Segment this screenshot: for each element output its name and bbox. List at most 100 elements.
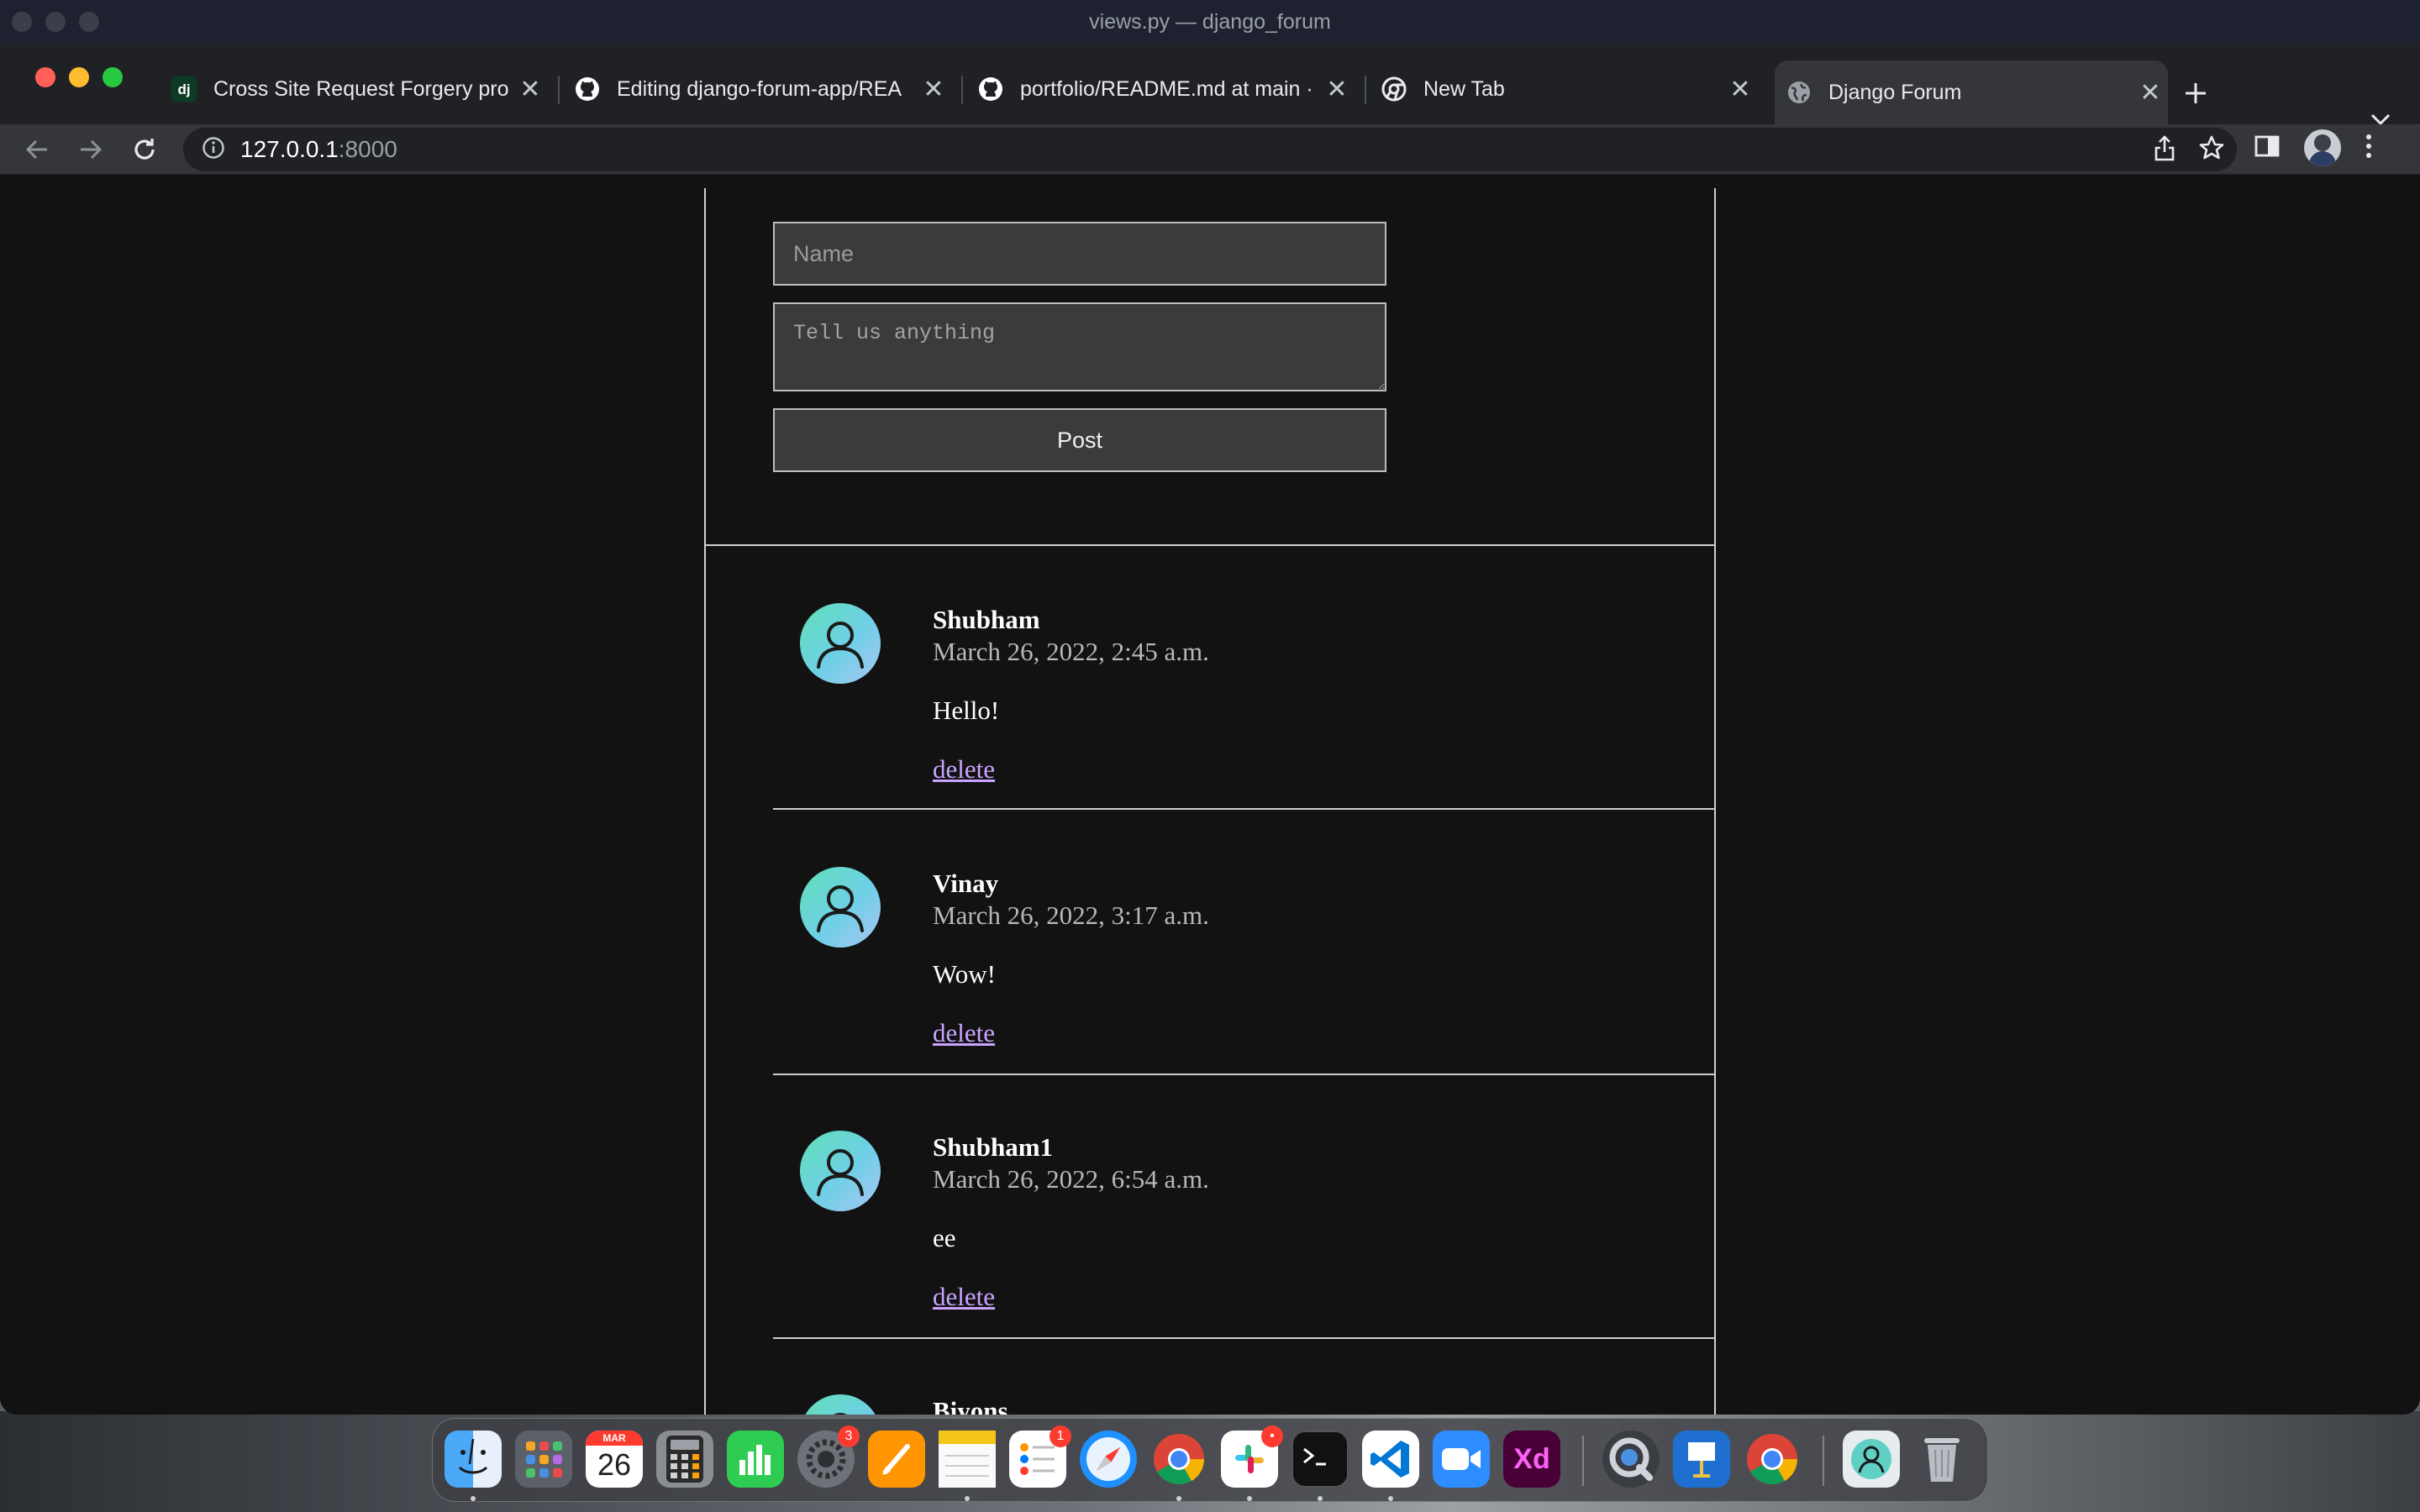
close-tab-icon[interactable]: ✕ xyxy=(516,75,544,103)
info-icon[interactable] xyxy=(202,136,225,164)
post-author: Shubham1 xyxy=(933,1132,1054,1162)
calendar-icon[interactable]: MAR 26 xyxy=(586,1431,643,1488)
post-item xyxy=(773,1075,1714,1339)
toolbar-right-actions xyxy=(2254,129,2373,166)
running-indicator xyxy=(1318,1496,1323,1501)
tab-github-portfolio[interactable]: portfolio/README.md at main · ✕ xyxy=(971,60,1355,118)
user-avatar-icon xyxy=(800,1131,881,1211)
trash-icon[interactable] xyxy=(1913,1431,1970,1488)
page-viewport: Post Shubham March 26, 2022, 2:45 a.m. H… xyxy=(0,176,2420,1415)
tab-label: Cross Site Request Forgery pro xyxy=(213,76,509,101)
calculator-icon[interactable] xyxy=(656,1431,713,1488)
globe-icon xyxy=(1786,80,1812,105)
fullscreen-window-button[interactable] xyxy=(103,67,123,87)
tab-label: Editing django-forum-app/REA xyxy=(617,76,902,101)
running-indicator xyxy=(471,1496,476,1501)
reminders-icon[interactable]: 1 xyxy=(1009,1425,1071,1488)
close-tab-icon[interactable]: ✕ xyxy=(2136,78,2165,107)
post-button[interactable]: Post xyxy=(773,408,1386,472)
post-item xyxy=(773,546,1714,810)
new-post-form: Post xyxy=(773,222,1386,472)
bookmark-star-icon[interactable] xyxy=(2198,134,2225,165)
dock-separator xyxy=(1582,1436,1584,1486)
window-title-bar: views.py — django_forum xyxy=(0,0,2420,44)
forum-container: Post xyxy=(704,188,1716,1415)
dock-separator xyxy=(1823,1436,1824,1486)
close-tab-icon[interactable]: ✕ xyxy=(1323,75,1351,103)
forward-button[interactable] xyxy=(74,133,108,166)
system-preferences-icon[interactable]: 3 xyxy=(797,1425,860,1488)
more-menu-icon[interactable] xyxy=(2365,133,2373,164)
post-author: Shubham xyxy=(933,605,1040,634)
profile-avatar[interactable] xyxy=(2304,129,2341,166)
running-indicator xyxy=(1388,1496,1393,1501)
side-panel-icon[interactable] xyxy=(2254,134,2281,163)
close-window-button[interactable] xyxy=(35,67,55,87)
tab-github-editing[interactable]: Editing django-forum-app/REA ✕ xyxy=(568,60,951,118)
running-indicator xyxy=(965,1496,970,1501)
github-icon xyxy=(978,76,1003,102)
django-icon: dj xyxy=(171,76,197,102)
keynote-icon[interactable] xyxy=(1673,1431,1730,1488)
reload-button[interactable] xyxy=(128,133,161,166)
close-tab-icon[interactable]: ✕ xyxy=(1726,75,1754,103)
user-avatar-icon xyxy=(800,603,881,684)
post-body: Hello! xyxy=(933,696,1000,725)
user-avatar-icon xyxy=(800,867,881,948)
browser-toolbar: 127.0.0.1:8000 xyxy=(0,124,2420,175)
tab-separator xyxy=(1365,76,1366,104)
post-date: March 26, 2022, 6:54 a.m. xyxy=(933,1164,1209,1194)
arrow-left-icon xyxy=(25,139,47,160)
share-icon[interactable] xyxy=(2153,134,2176,165)
window-controls xyxy=(35,67,123,87)
notification-badge: 3 xyxy=(838,1425,860,1447)
quicktime-icon[interactable] xyxy=(1602,1431,1660,1488)
github-icon xyxy=(575,76,600,102)
name-input[interactable] xyxy=(773,222,1386,286)
macos-dock: MAR 26 3 1 • Xd xyxy=(432,1418,1988,1502)
running-indicator xyxy=(1247,1496,1252,1501)
tab-label: New Tab xyxy=(1423,76,1505,101)
minimize-window-button[interactable] xyxy=(69,67,89,87)
arrow-right-icon xyxy=(81,139,103,160)
notification-badge: • xyxy=(1261,1425,1283,1447)
close-tab-icon[interactable]: ✕ xyxy=(919,75,948,103)
delete-post-link[interactable]: delete xyxy=(933,754,995,785)
tab-separator xyxy=(961,76,963,104)
user-folder-icon[interactable] xyxy=(1843,1431,1900,1488)
post-body: ee xyxy=(933,1223,956,1252)
delete-post-link[interactable]: delete xyxy=(933,1282,995,1312)
chrome-app-icon[interactable] xyxy=(1744,1431,1801,1488)
post-author: Vinay xyxy=(933,869,999,898)
tab-csrf-docs[interactable]: dj Cross Site Request Forgery pro ✕ xyxy=(165,60,548,118)
numbers-icon[interactable] xyxy=(727,1431,784,1488)
message-textarea[interactable] xyxy=(773,302,1386,391)
terminal-icon[interactable] xyxy=(1292,1431,1349,1488)
tab-new-tab[interactable]: New Tab ✕ xyxy=(1375,60,1758,118)
tab-label: portfolio/README.md at main · xyxy=(1020,76,1313,101)
zoom-icon[interactable] xyxy=(1433,1431,1490,1488)
post-body: Wow! xyxy=(933,959,996,989)
safari-icon[interactable] xyxy=(1080,1431,1137,1488)
vscode-icon[interactable] xyxy=(1362,1431,1419,1488)
chrome-app-icon[interactable] xyxy=(1150,1431,1207,1488)
finder-icon[interactable] xyxy=(445,1431,502,1488)
delete-post-link[interactable]: delete xyxy=(933,1018,995,1048)
window-title: views.py — django_forum xyxy=(1089,9,1331,34)
inactive-window-controls xyxy=(12,12,99,32)
tab-django-forum[interactable]: Django Forum ✕ xyxy=(1775,60,2168,124)
notification-badge: 1 xyxy=(1050,1425,1071,1447)
tab-label: Django Forum xyxy=(1828,80,1962,104)
address-bar[interactable]: 127.0.0.1:8000 xyxy=(183,128,2237,171)
slack-icon[interactable]: • xyxy=(1221,1425,1283,1488)
adobe-xd-icon[interactable]: Xd xyxy=(1503,1431,1560,1488)
svg-text:dj: dj xyxy=(177,81,190,97)
calendar-month: MAR xyxy=(586,1431,643,1446)
post-date: March 26, 2022, 2:45 a.m. xyxy=(933,637,1209,666)
pages-icon[interactable] xyxy=(868,1431,925,1488)
tab-separator xyxy=(558,76,560,104)
calendar-day: 26 xyxy=(597,1447,632,1482)
notes-icon[interactable] xyxy=(939,1431,996,1488)
back-button[interactable] xyxy=(20,133,54,166)
launchpad-icon[interactable] xyxy=(515,1431,572,1488)
